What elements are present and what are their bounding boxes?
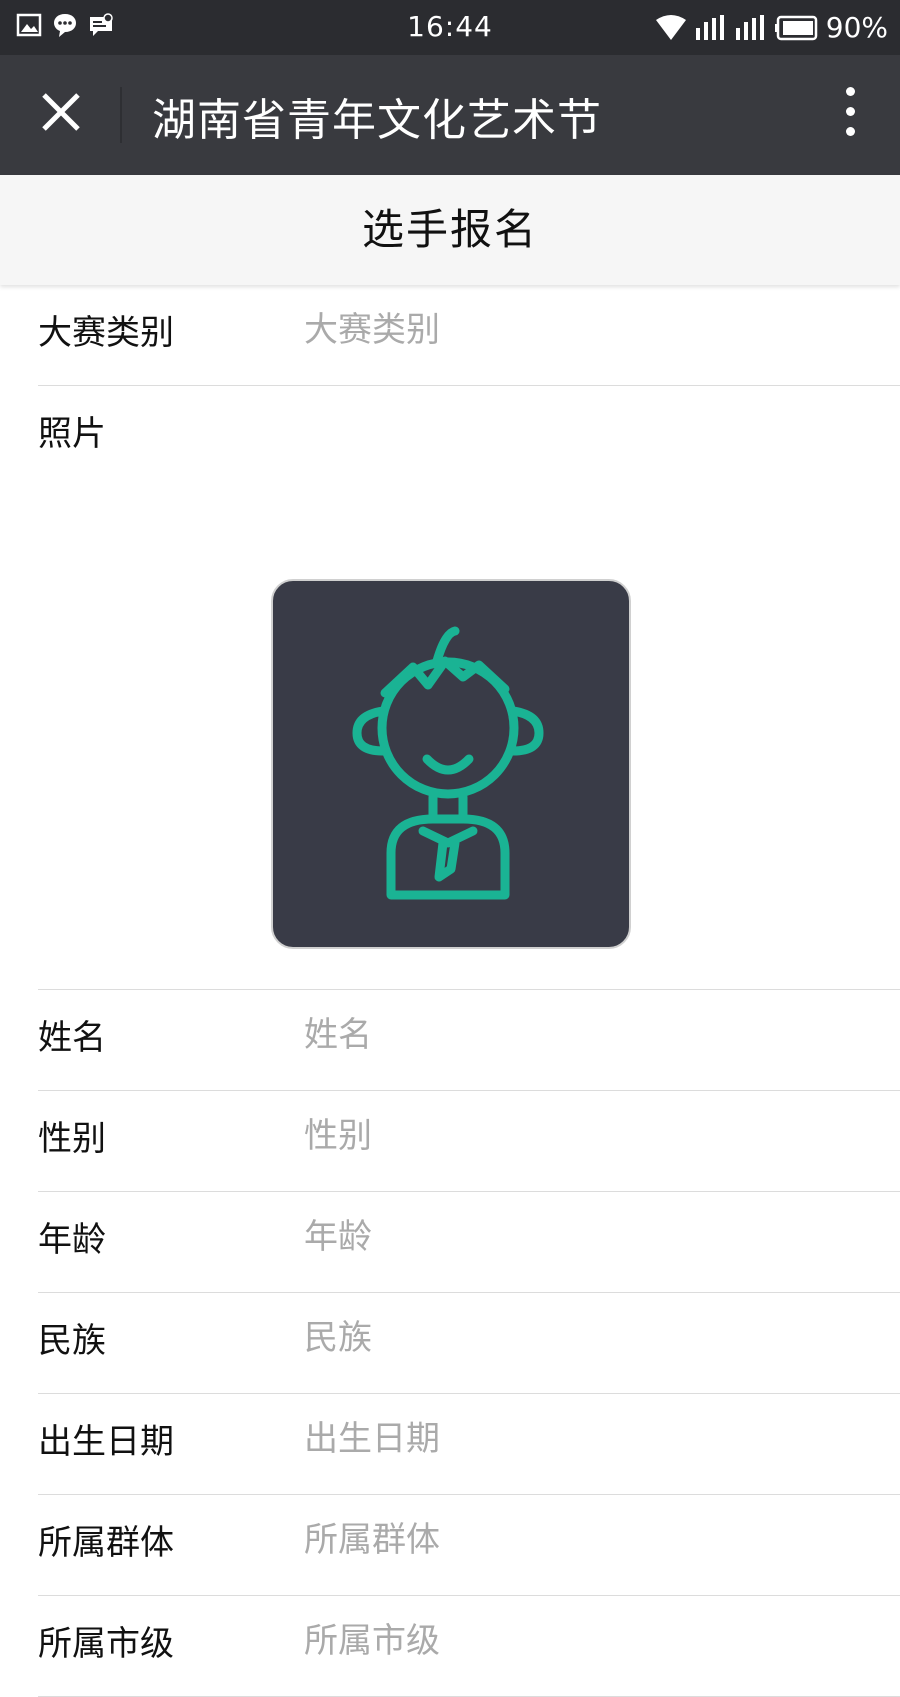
registration-form: 大赛类别 照片 姓名 [0,285,900,1697]
form-row-age: 年龄 [38,1192,900,1293]
close-icon[interactable] [34,85,88,139]
status-bar: 16:44 90% [0,0,900,55]
form-row-gender: 性别 [38,1091,900,1192]
header-divider [120,87,122,143]
battery-icon [774,15,818,40]
name-label: 姓名 [38,1018,106,1058]
name-input[interactable] [304,1012,864,1058]
ethnicity-label: 民族 [38,1321,106,1361]
form-row-group: 所属群体 [38,1495,900,1596]
avatar-placeholder-icon [352,626,544,900]
page-title-bar: 选手报名 [0,175,900,285]
more-vertical-icon[interactable] [840,87,860,143]
page-title: 选手报名 [361,205,538,254]
birth-date-label: 出生日期 [38,1422,174,1462]
age-label: 年龄 [38,1220,106,1260]
city-input[interactable] [304,1618,864,1664]
photo-upload-button[interactable] [271,579,631,949]
birth-date-input[interactable] [304,1416,864,1462]
form-row-contest-category: 大赛类别 [38,285,900,386]
form-row-photo: 照片 [38,386,900,990]
signal-icon [735,14,764,40]
battery-level: 90% [825,11,888,44]
contest-category-label: 大赛类别 [38,313,174,353]
gender-label: 性别 [38,1119,106,1159]
form-row-city: 所属市级 [38,1596,900,1697]
photo-label: 照片 [38,414,106,454]
app-header: 湖南省青年文化艺术节 [0,55,900,175]
group-input[interactable] [304,1517,864,1563]
group-label: 所属群体 [38,1523,174,1563]
form-row-name: 姓名 [38,990,900,1091]
status-right-icons: 90% [654,11,888,44]
signal-icon [695,14,724,40]
city-label: 所属市级 [38,1624,174,1664]
contest-category-input[interactable] [304,307,864,353]
header-title: 湖南省青年文化艺术节 [152,95,602,146]
gender-input[interactable] [304,1113,864,1159]
wifi-icon [655,14,686,40]
form-row-ethnicity: 民族 [38,1293,900,1394]
ethnicity-input[interactable] [304,1315,864,1361]
form-row-birth-date: 出生日期 [38,1394,900,1495]
age-input[interactable] [304,1214,864,1260]
